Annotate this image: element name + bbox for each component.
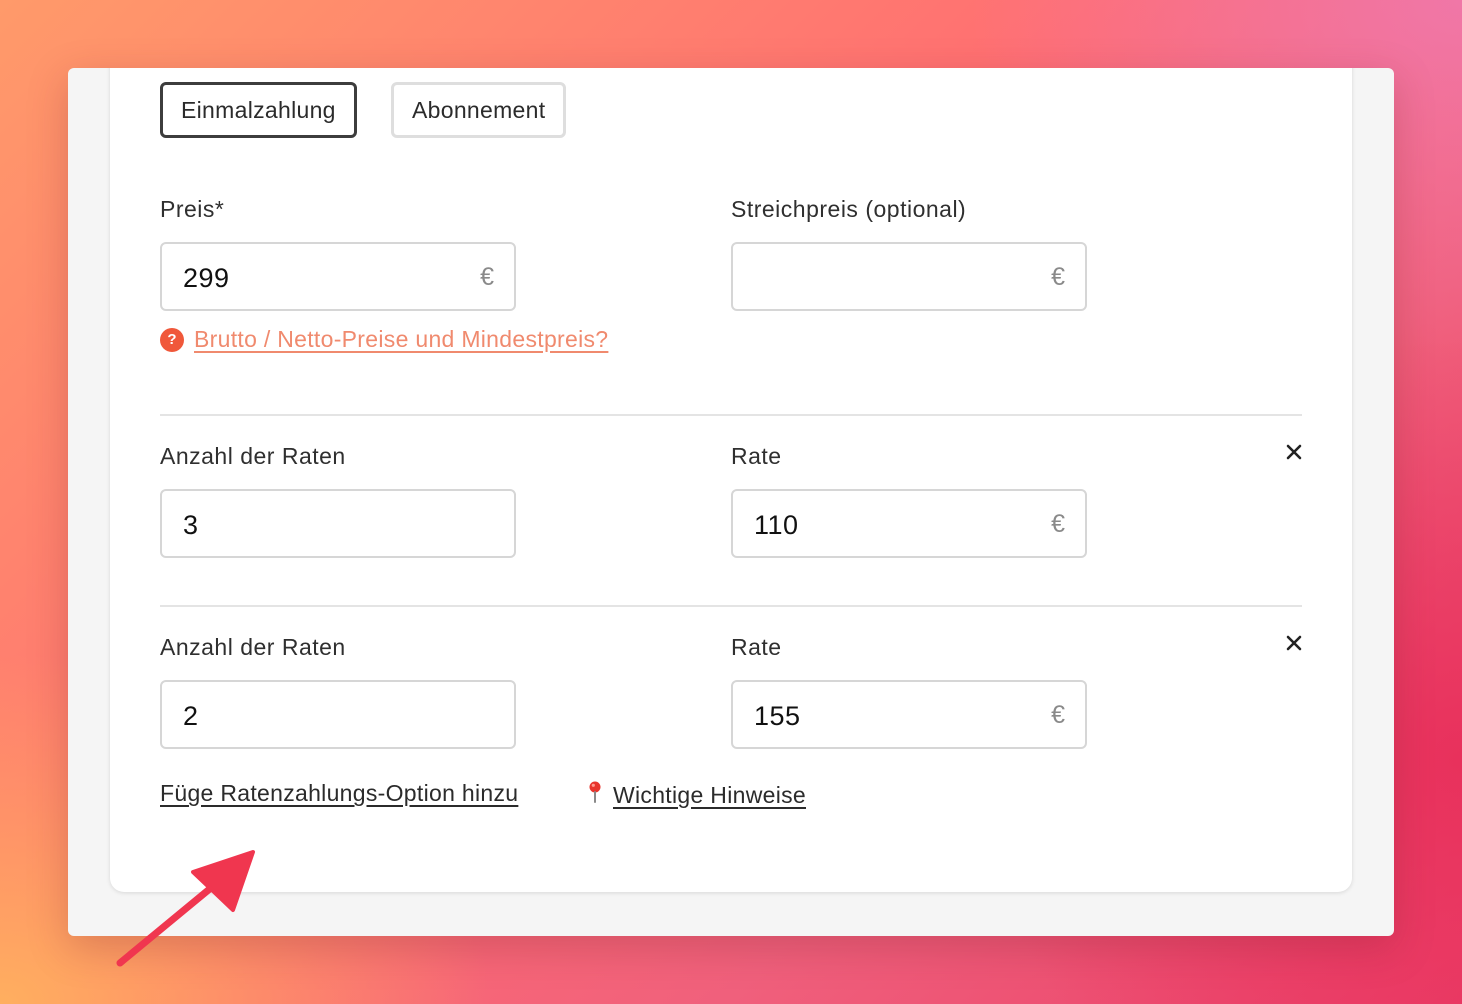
one-time-payment-label: Einmalzahlung: [181, 96, 336, 123]
close-icon[interactable]: [1283, 441, 1305, 463]
installment-count-value: 2: [183, 701, 199, 731]
euro-icon: €: [1051, 701, 1065, 729]
installment-rate-value: 155: [754, 701, 801, 731]
installment-rate-input[interactable]: 155 €: [731, 680, 1087, 749]
pricing-card: Einmalzahlung Abonnement Preis* 299 € St…: [110, 68, 1352, 892]
price-help: ? Brutto / Netto-Preise und Mindestpreis…: [160, 326, 608, 353]
strike-price-input[interactable]: €: [731, 242, 1087, 311]
euro-icon: €: [1051, 510, 1065, 538]
subscription-button[interactable]: Abonnement: [391, 82, 567, 138]
price-help-link[interactable]: Brutto / Netto-Preise und Mindestpreis?: [194, 326, 608, 353]
strike-price-label: Streichpreis (optional): [731, 196, 967, 222]
installment-count-label: Anzahl der Raten: [160, 634, 346, 660]
euro-icon: €: [1051, 263, 1065, 291]
close-icon[interactable]: [1283, 632, 1305, 654]
installment-count-input[interactable]: 2: [160, 680, 516, 749]
divider: [160, 414, 1302, 416]
add-installment-option-label: Füge Ratenzahlungs-Option hinzu: [160, 780, 519, 806]
installment-rate-label: Rate: [731, 443, 782, 469]
installment-rate-value: 110: [754, 510, 799, 540]
price-label: Preis*: [160, 196, 225, 222]
add-installment-option-link[interactable]: Füge Ratenzahlungs-Option hinzu: [160, 780, 518, 807]
pushpin-icon: [585, 780, 605, 810]
price-input[interactable]: 299 €: [160, 242, 516, 311]
one-time-payment-button[interactable]: Einmalzahlung: [160, 82, 357, 138]
important-notes-link[interactable]: Wichtige Hinweise: [585, 780, 806, 810]
euro-icon: €: [480, 263, 494, 291]
subscription-label: Abonnement: [412, 96, 546, 123]
divider: [160, 605, 1302, 607]
price-value: 299: [183, 263, 230, 293]
installment-rate-input[interactable]: 110 €: [731, 489, 1087, 558]
installment-count-value: 3: [183, 510, 199, 540]
question-icon: ?: [160, 327, 184, 352]
installment-rate-label: Rate: [731, 634, 782, 660]
settings-window: Einmalzahlung Abonnement Preis* 299 € St…: [68, 68, 1394, 936]
important-notes-label: Wichtige Hinweise: [613, 781, 806, 808]
installment-count-input[interactable]: 3: [160, 489, 516, 558]
installment-count-label: Anzahl der Raten: [160, 443, 346, 469]
